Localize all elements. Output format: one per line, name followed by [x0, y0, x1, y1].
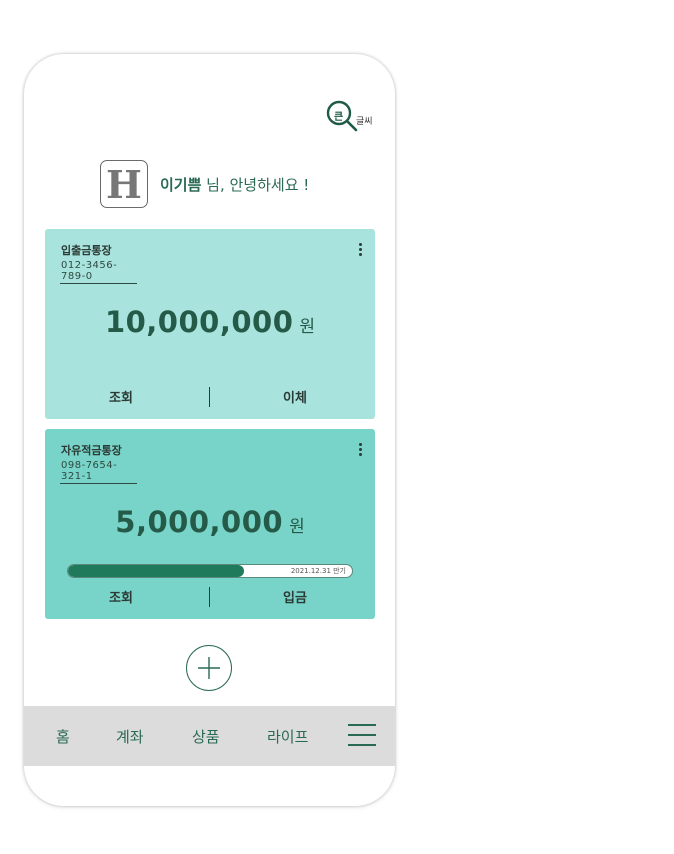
- account-number[interactable]: 098-7654-321-1: [60, 460, 137, 484]
- balance-amount: 10,000,000: [104, 305, 294, 339]
- greeting-message: 님, 안녕하세요 !: [201, 175, 310, 194]
- balance: 5,000,000 원: [45, 505, 375, 539]
- currency-unit: 원: [289, 517, 305, 537]
- user-name: 이기쁨: [160, 175, 202, 194]
- account-card-checking[interactable]: 입출금통장 012-3456-789-0 10,000,000 원 조회 이체: [45, 229, 375, 419]
- tab-products[interactable]: 상품: [192, 726, 220, 747]
- large-text-button[interactable]: 큰 글씨: [326, 100, 378, 136]
- maturity-progress-bar: 2021.12.31 만기: [67, 564, 353, 578]
- balance-amount: 5,000,000: [115, 505, 284, 539]
- greeting-text: 이기쁨 님, 안녕하세요 !: [160, 174, 309, 195]
- divider: [209, 587, 210, 607]
- account-name: 자유적금통장: [61, 444, 122, 457]
- tab-home[interactable]: 홈: [56, 726, 70, 747]
- deposit-button[interactable]: 입금: [283, 587, 307, 606]
- tab-life[interactable]: 라이프: [267, 726, 308, 747]
- more-options-icon[interactable]: [357, 443, 363, 457]
- inquiry-button[interactable]: 조회: [109, 387, 133, 406]
- progress-fill: [68, 565, 245, 577]
- bottom-tab-bar: 홈 계좌 상품 라이프: [24, 706, 395, 766]
- transfer-button[interactable]: 이체: [283, 387, 307, 406]
- maturity-date-label: 2021.12.31 만기: [290, 567, 346, 575]
- currency-unit: 원: [299, 317, 316, 337]
- large-text-label: 글씨: [356, 117, 373, 127]
- plus-icon: [198, 657, 220, 679]
- balance: 10,000,000 원: [45, 305, 375, 339]
- inquiry-button[interactable]: 조회: [109, 587, 133, 606]
- phone-frame: 큰 글씨 H 이기쁨 님, 안녕하세요 ! 입출금통장 012-3456-789…: [24, 54, 395, 806]
- card-actions: 조회 이체: [45, 387, 375, 409]
- greeting: H 이기쁨 님, 안녕하세요 !: [100, 160, 309, 208]
- account-number[interactable]: 012-3456-789-0: [60, 260, 137, 284]
- add-account-button[interactable]: [186, 645, 232, 691]
- card-actions: 조회 입금: [45, 587, 375, 609]
- divider: [209, 387, 210, 407]
- more-options-icon[interactable]: [357, 243, 363, 257]
- avatar: H: [100, 160, 148, 208]
- account-card-savings[interactable]: 자유적금통장 098-7654-321-1 5,000,000 원 2021.12…: [45, 429, 375, 619]
- tab-accounts[interactable]: 계좌: [116, 726, 144, 747]
- large-text-glyph: 큰: [334, 112, 344, 123]
- hamburger-menu-icon[interactable]: [348, 724, 376, 748]
- account-name: 입출금통장: [61, 244, 112, 257]
